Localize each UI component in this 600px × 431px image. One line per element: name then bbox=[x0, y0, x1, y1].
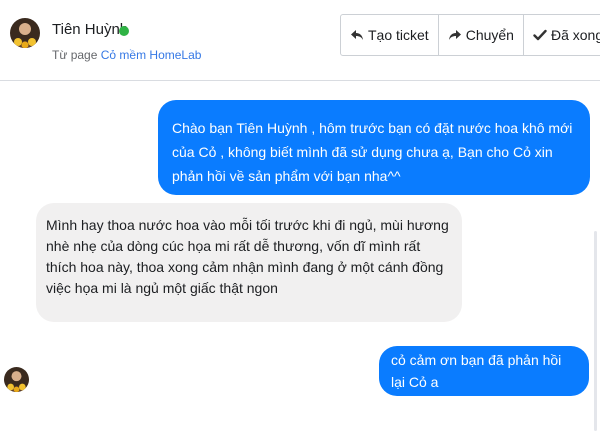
avatar-image-icon bbox=[4, 367, 29, 392]
outgoing-message[interactable]: Chào bạn Tiên Huỳnh , hôm trước bạn có đ… bbox=[158, 100, 590, 195]
conversation-header: Tiên Huỳnh Từ page Cỏ mềm HomeLab Tạo ti… bbox=[0, 0, 600, 81]
checkmark-icon bbox=[533, 29, 547, 41]
transfer-button[interactable]: Chuyển bbox=[439, 15, 524, 55]
page-name-link[interactable]: Cỏ mềm HomeLab bbox=[101, 48, 202, 62]
create-ticket-label: Tạo ticket bbox=[368, 27, 429, 43]
action-button-group: Tạo ticket Chuyển Đã xong bbox=[340, 14, 600, 56]
create-ticket-button[interactable]: Tạo ticket bbox=[341, 15, 439, 55]
source-page: Từ page Cỏ mềm HomeLab bbox=[52, 48, 201, 62]
user-name[interactable]: Tiên Huỳnh bbox=[52, 21, 128, 38]
sender-avatar[interactable] bbox=[4, 367, 29, 392]
transfer-label: Chuyển bbox=[465, 27, 514, 43]
done-button[interactable]: Đã xong bbox=[524, 15, 600, 55]
message-list[interactable]: Chào bạn Tiên Huỳnh , hôm trước bạn có đ… bbox=[0, 81, 600, 431]
forward-arrow-icon bbox=[448, 30, 461, 40]
incoming-message[interactable]: Mình hay thoa nước hoa vào mỗi tối trước… bbox=[36, 203, 462, 322]
page-prefix: Từ page bbox=[52, 48, 98, 62]
online-status-icon bbox=[119, 26, 129, 36]
done-label: Đã xong bbox=[550, 27, 600, 43]
scrollbar[interactable] bbox=[594, 231, 597, 431]
avatar-image-icon bbox=[10, 18, 40, 48]
avatar[interactable] bbox=[10, 18, 40, 48]
reply-arrow-icon bbox=[351, 30, 363, 40]
outgoing-message[interactable]: cỏ cảm ơn bạn đã phản hồi lại Cỏ a bbox=[379, 346, 589, 396]
